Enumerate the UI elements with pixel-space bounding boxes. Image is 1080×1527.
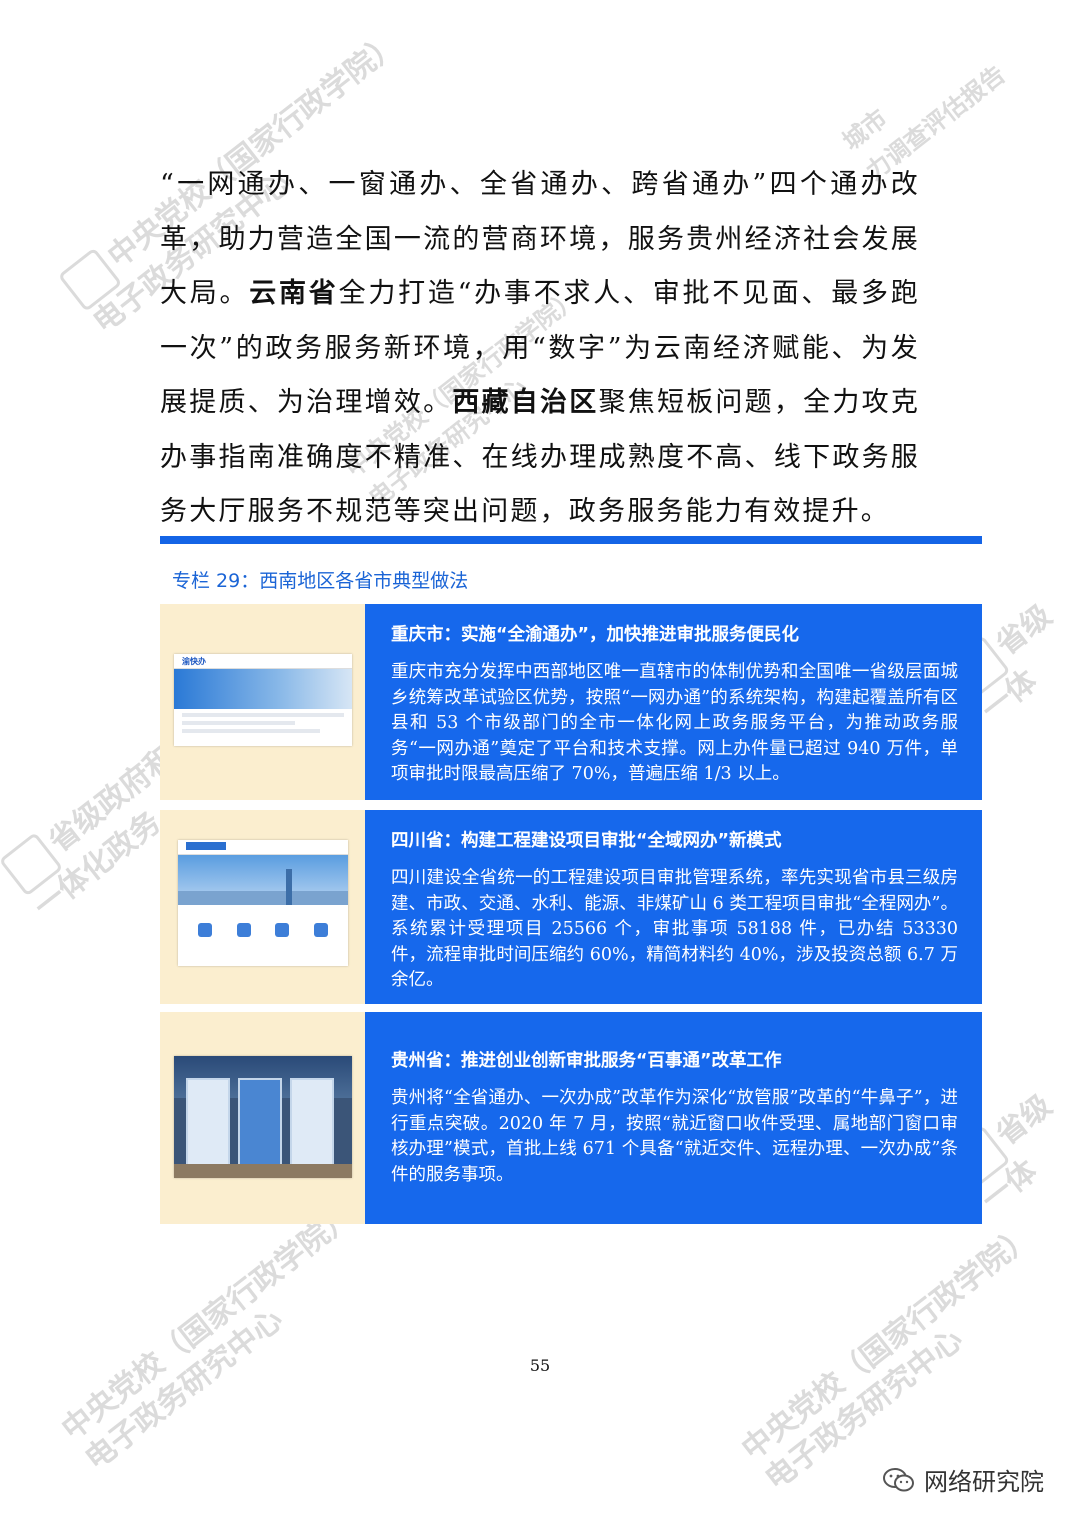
yunnan-label: 云南省 [249,278,339,309]
case-body: 贵州将“全省通办、一次办成”改革作为深化“放管服”改革的“牛鼻子”，进行重点突破… [391,1088,958,1185]
watermark: 中央党校（国家行政学院） 电子政务研究中心 [55,1198,361,1478]
sichuan-portal-screenshot [178,840,348,966]
wechat-icon [883,1467,914,1491]
case-text-area: 四川省：构建工程建设项目审批“全域网办”新模式 四川建设全省统一的工程建设项目审… [365,810,982,1004]
case-body: 重庆市充分发挥中西部地区唯一直辖市的体制优势和全国唯一省级层面城乡统筹改革试验区… [391,662,958,784]
intro-paragraph: “一网通办、一窗通办、全省通办、跨省通办”四个通办改革，助力营造全国一流的营商环… [160,158,920,540]
chongqing-portal-screenshot: 渝快办 [174,654,352,746]
brand-name: 网络研究院 [924,1468,1044,1496]
case-text-area: 贵州省：推进创业创新审批服务“百事通”改革工作 贵州将“全省通办、一次办成”改革… [365,1012,982,1224]
footer-brand: 网络研究院 [882,1462,1044,1497]
case-body: 四川建设全省统一的工程建设项目审批管理系统，率先实现省市县三级房建、市政、交通、… [391,868,958,990]
case-image-area [160,1012,365,1224]
case-image-area: 渝快办 [160,604,365,800]
section-divider [160,536,982,544]
case-card-chongqing: 渝快办 重庆市：实施“全渝通办”，加快推进审批服务便民化 重庆市充分发挥中西部地… [160,604,982,800]
case-card-sichuan: 四川省：构建工程建设项目审批“全域网办”新模式 四川建设全省统一的工程建设项目审… [160,810,982,1004]
case-title: 重庆市：实施“全渝通办”，加快推进审批服务便民化 [391,625,800,645]
portal-logo: 渝快办 [182,657,206,666]
guizhou-service-hall-photo [174,1056,352,1178]
tibet-label: 西藏自治区 [452,387,599,418]
case-text-area: 重庆市：实施“全渝通办”，加快推进审批服务便民化 重庆市充分发挥中西部地区唯一直… [365,604,982,800]
case-title: 四川省：构建工程建设项目审批“全域网办”新模式 [391,831,782,851]
case-card-guizhou: 贵州省：推进创业创新审批服务“百事通”改革工作 贵州将“全省通办、一次办成”改革… [160,1012,982,1224]
page-number: 55 [529,1356,551,1375]
case-title: 贵州省：推进创业创新审批服务“百事通”改革工作 [391,1051,782,1071]
case-image-area [160,810,365,1004]
column-title: 专栏 29：西南地区各省市典型做法 [172,570,469,592]
